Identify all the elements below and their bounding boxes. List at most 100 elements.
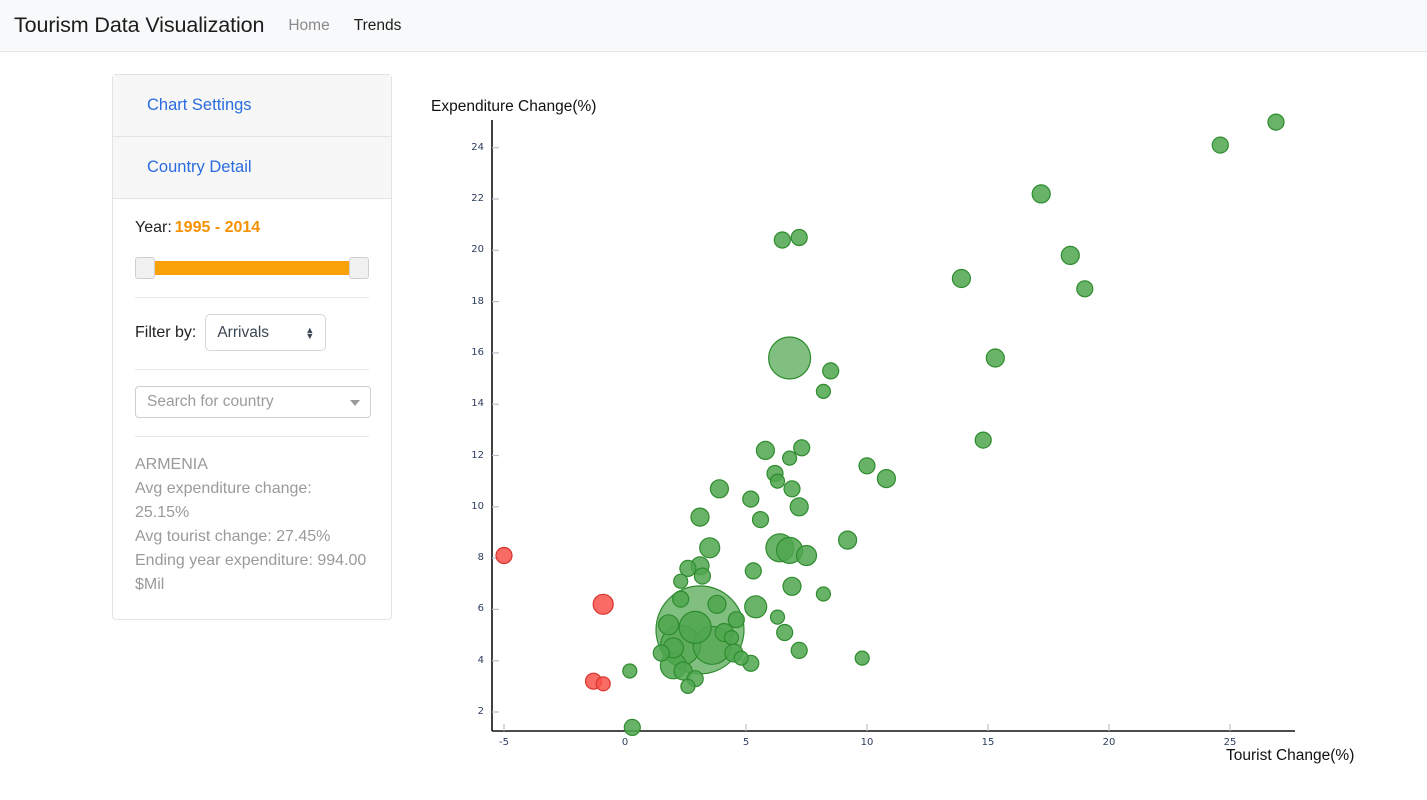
divider-2 (135, 369, 369, 370)
chevron-down-icon[interactable] (350, 400, 360, 406)
chart-bubble[interactable] (707, 594, 727, 614)
chart-bubble[interactable] (767, 336, 812, 380)
chart-bubble[interactable] (858, 457, 876, 475)
chart-bubble[interactable] (790, 641, 808, 660)
bubble-layer (495, 113, 1285, 737)
chart-bubble[interactable] (723, 629, 740, 646)
y-tick-label: 12 (471, 449, 484, 461)
year-range-slider-handle-right[interactable] (349, 257, 369, 279)
y-tick-label: 16 (471, 346, 484, 358)
chart-bubble[interactable] (795, 544, 818, 567)
chart-bubble[interactable] (692, 625, 732, 665)
chevron-updown-icon: ▲ ▼ (305, 324, 315, 341)
chart-bubble[interactable] (744, 595, 768, 619)
filter-row: Filter by: Arrivals ▲ ▼ (135, 314, 369, 351)
chart-bubble[interactable] (686, 670, 704, 688)
chart-bubble[interactable] (657, 614, 680, 636)
filter-select-value: Arrivals (217, 323, 270, 341)
chart-bubble[interactable] (876, 469, 897, 489)
x-tick-label: 0 (621, 737, 629, 748)
chart-bubble[interactable] (727, 611, 745, 629)
nav-link-trends[interactable]: Trends (354, 17, 402, 35)
nav-link-home[interactable]: Home (288, 17, 329, 35)
chart-bubble[interactable] (690, 507, 710, 527)
x-tick-label: 15 (981, 737, 995, 748)
chart-bubble[interactable] (854, 650, 870, 666)
y-tick-label: 22 (471, 193, 484, 204)
chart-bubble[interactable] (751, 510, 770, 529)
chart-bubble[interactable] (793, 439, 811, 457)
chart-bubble[interactable] (766, 464, 784, 483)
chart-bubble[interactable] (673, 661, 693, 681)
chart-bubble[interactable] (765, 533, 795, 563)
chart-bubble[interactable] (724, 643, 744, 663)
chart-bubble[interactable] (815, 383, 832, 399)
x-tick-label: -5 (499, 737, 509, 748)
chart-bubble[interactable] (659, 652, 688, 680)
chart-bubble[interactable] (662, 637, 685, 659)
chart-bubble[interactable] (679, 559, 697, 578)
chart-bubble[interactable] (783, 480, 801, 498)
year-value: 1995 - 2014 (174, 219, 261, 236)
chart-bubble[interactable] (781, 450, 798, 466)
chart-bubble[interactable] (789, 497, 809, 517)
chart-bubble[interactable] (742, 490, 760, 508)
top-navbar: Tourism Data Visualization Home Trends (0, 0, 1427, 52)
chart-bubble[interactable] (709, 479, 730, 499)
chart-bubble[interactable] (733, 650, 749, 666)
chart-bubble[interactable] (776, 623, 794, 642)
chart-bubble[interactable] (595, 676, 611, 692)
chart-bubble[interactable] (742, 654, 760, 672)
chart-bubble[interactable] (680, 678, 696, 695)
chart-bubble[interactable] (672, 590, 690, 608)
chart-bubble[interactable] (837, 530, 858, 550)
chart-bubble[interactable] (584, 672, 603, 690)
chart-bubble[interactable] (790, 228, 808, 247)
chart-bubble[interactable] (985, 348, 1005, 368)
panel-header-country-detail[interactable]: Country Detail (113, 137, 391, 199)
chart-bubble[interactable] (678, 610, 712, 645)
country-search-placeholder: Search for country (147, 393, 274, 410)
panel-header-chart-settings[interactable]: Chart Settings (113, 75, 391, 137)
x-axis-title: Tourist Change(%) (1226, 747, 1355, 764)
divider-3 (135, 436, 369, 437)
chart-bubble[interactable] (1211, 136, 1229, 154)
chart-bubble[interactable] (782, 576, 802, 596)
chart-bubble[interactable] (623, 718, 641, 737)
chart-bubble[interactable] (699, 537, 721, 559)
chart-bubble[interactable] (673, 573, 689, 589)
chart-bubble[interactable] (592, 593, 614, 615)
chart-bubble[interactable] (1076, 280, 1094, 298)
chart-bubble[interactable] (693, 567, 712, 585)
y-tick-label: 2 (477, 706, 484, 717)
panel-body: Year: 1995 - 2014 Filter by: Arrivals ▲ ▼ … (113, 199, 391, 619)
chart-bubble[interactable] (652, 644, 670, 662)
year-range-slider[interactable] (135, 257, 369, 279)
y-tick-label: 14 (471, 398, 484, 410)
chart-bubble[interactable] (622, 663, 638, 679)
chart-bubble[interactable] (655, 585, 745, 675)
chart-bubble[interactable] (769, 473, 786, 489)
chart-bubble[interactable] (951, 268, 972, 289)
chart-bubble[interactable] (690, 556, 710, 576)
country-search-input[interactable]: Search for country (135, 386, 371, 418)
chart-bubble[interactable] (815, 586, 832, 602)
chart-bubble[interactable] (1031, 184, 1051, 204)
chart-bubble[interactable] (714, 622, 734, 643)
chart-bubble[interactable] (660, 624, 702, 666)
chart-bubble[interactable] (775, 536, 804, 565)
country-detail-name: ARMENIA (135, 456, 208, 473)
chart-bubble[interactable] (773, 231, 791, 249)
year-range-slider-track[interactable] (148, 261, 356, 275)
chart-bubble[interactable] (769, 609, 786, 625)
chart-bubble[interactable] (755, 440, 776, 460)
chart-bubble[interactable] (744, 562, 762, 580)
chart-bubble[interactable] (822, 362, 840, 380)
chart-bubble[interactable] (1267, 113, 1285, 131)
chart-bubble[interactable] (974, 431, 992, 449)
y-tick-label: 6 (477, 603, 484, 615)
filter-select[interactable]: Arrivals ▲ ▼ (205, 314, 327, 351)
chart-bubble[interactable] (495, 546, 513, 565)
chart-bubble[interactable] (1060, 245, 1080, 265)
year-range-slider-handle-left[interactable] (135, 257, 155, 279)
